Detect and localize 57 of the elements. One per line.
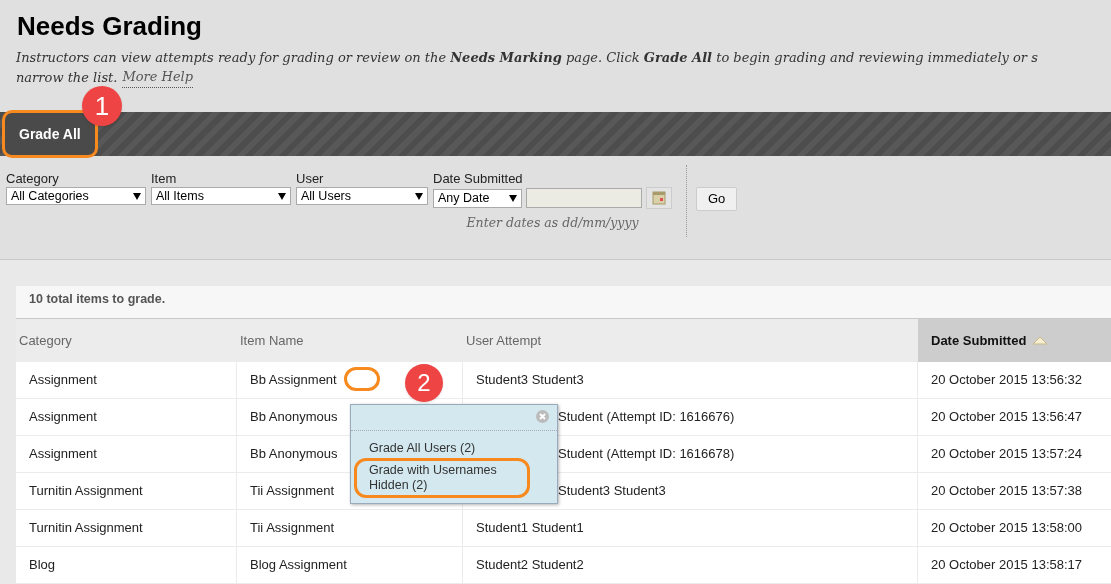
- table-cell[interactable]: Bb Anonymous: [250, 444, 338, 464]
- table-cell-text: Blog: [29, 556, 56, 575]
- caret-icon: [509, 194, 517, 202]
- calendar-icon: [652, 191, 666, 205]
- date-input-field[interactable]: [526, 188, 642, 208]
- callout-badge: 1: [82, 86, 122, 126]
- more-help-link[interactable]: More Help: [122, 68, 194, 88]
- table-cell[interactable]: Tii Assignment: [250, 518, 335, 538]
- table-cell-text: Student (Attempt ID: 1616676): [558, 408, 735, 427]
- description-text: narrow the list.: [16, 69, 118, 87]
- table-cell-text: Turnitin Assignment: [29, 519, 143, 538]
- caret-icon: [415, 192, 423, 200]
- table-cell-text: Assignment: [29, 445, 97, 464]
- column-header[interactable]: Date Submitted: [918, 319, 1111, 362]
- filter-label: User: [296, 171, 325, 187]
- table-cell-text: Student1 Student1: [476, 519, 584, 538]
- table-cell[interactable]: Tii Assignment: [250, 481, 335, 501]
- table-cell-text: Student2 Student2: [476, 556, 584, 575]
- highlight-ring: [344, 367, 380, 391]
- popup-menu-item[interactable]: Grade All Users (2): [354, 439, 554, 458]
- filter-label: Item: [151, 171, 178, 187]
- callout-badge: 2: [405, 364, 443, 402]
- column-header[interactable]: Item Name: [237, 319, 463, 362]
- table-cell-text: 20 October 2015 13:58:00: [931, 519, 1083, 538]
- table-cell-text: 20 October 2015 13:58:17: [931, 556, 1083, 575]
- filter-label: Date Submitted: [433, 171, 524, 187]
- description-text: Instructors can view attempts ready for grading or review on the Needs Marking page. Click Grade All to begin grading and reviewing immediately or s: [16, 49, 1039, 67]
- table-cell-text: 20 October 2015 13:56:32: [931, 371, 1083, 390]
- summary-text: 10 total items to grade.: [29, 292, 166, 306]
- column-header[interactable]: User Attempt: [463, 319, 918, 362]
- calendar-button[interactable]: [646, 187, 672, 209]
- table-cell-text: Student3 Student3: [558, 482, 666, 501]
- popup-menu-item[interactable]: Grade with Usernames Hidden (2): [354, 458, 530, 498]
- table-cell[interactable]: Blog Assignment: [250, 555, 347, 575]
- table-cell-text: 20 October 2015 13:57:24: [931, 445, 1083, 464]
- column-header[interactable]: Category: [16, 319, 237, 362]
- table-cell[interactable]: Bb Assignment: [250, 370, 337, 390]
- caret-icon: [133, 192, 141, 200]
- table-cell-text: Turnitin Assignment: [29, 482, 143, 501]
- sort-ascending-icon: [1032, 336, 1049, 345]
- table-cell[interactable]: Bb Anonymous: [250, 407, 338, 427]
- close-icon[interactable]: [536, 410, 549, 423]
- table-cell-text: Assignment: [29, 371, 97, 390]
- filter-dropdown[interactable]: All Categories: [6, 187, 146, 205]
- table-cell-text: 20 October 2015 13:56:47: [931, 408, 1083, 427]
- table-cell-text: Assignment: [29, 408, 97, 427]
- table-cell-text: Student3 Student3: [476, 371, 584, 390]
- filter-dropdown[interactable]: All Users: [296, 187, 428, 205]
- filter-label: Category: [6, 171, 60, 187]
- caret-icon: [278, 192, 286, 200]
- date-hint: Enter dates as dd/mm/yyyy: [466, 214, 639, 232]
- date-dropdown[interactable]: Any Date: [433, 188, 522, 208]
- page-title: Needs Grading: [17, 10, 203, 42]
- go-button[interactable]: Go: [696, 187, 738, 211]
- table-cell-text: Student (Attempt ID: 1616678): [558, 445, 735, 464]
- filter-dropdown[interactable]: All Items: [151, 187, 291, 205]
- table-cell-text: 20 October 2015 13:57:38: [931, 482, 1083, 501]
